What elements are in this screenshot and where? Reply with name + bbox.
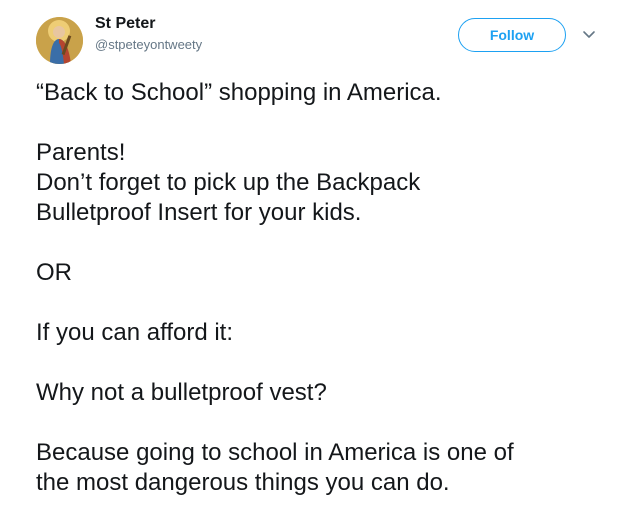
tweet-line: Why not a bulletproof vest? [36, 379, 327, 406]
follow-button[interactable]: Follow [458, 18, 566, 52]
tweet-paragraph: If you can afford it: [36, 318, 626, 348]
tweet-paragraph: Because going to school in America is on… [36, 438, 626, 498]
saint-peter-avatar-icon[interactable] [36, 17, 83, 64]
author-handle[interactable]: @stpeteyontweety [95, 37, 202, 52]
tweet-line: “Back to School” shopping in America. [36, 79, 442, 106]
tweet-line: Because going to school in America is on… [36, 439, 514, 466]
tweet-paragraph: Parents! Don’t forget to pick up the Bac… [36, 138, 626, 228]
tweet-line: Bulletproof Insert for your kids. [36, 199, 362, 226]
tweet-card: St Peter @stpeteyontweety Follow “Back t… [0, 0, 633, 527]
tweet-line: OR [36, 259, 72, 286]
tweet-line: Parents! [36, 139, 126, 166]
tweet-paragraph: “Back to School” shopping in America. [36, 78, 626, 108]
tweet-text: “Back to School” shopping in America. Pa… [36, 78, 626, 528]
author-name[interactable]: St Peter [95, 15, 155, 33]
tweet-paragraph: OR [36, 258, 626, 288]
tweet-paragraph: Why not a bulletproof vest? [36, 378, 626, 408]
tweet-line: If you can afford it: [36, 319, 234, 346]
tweet-line: Don’t forget to pick up the Backpack [36, 169, 421, 196]
tweet-line: the most dangerous things you can do. [36, 469, 450, 496]
chevron-down-icon[interactable] [581, 26, 597, 42]
